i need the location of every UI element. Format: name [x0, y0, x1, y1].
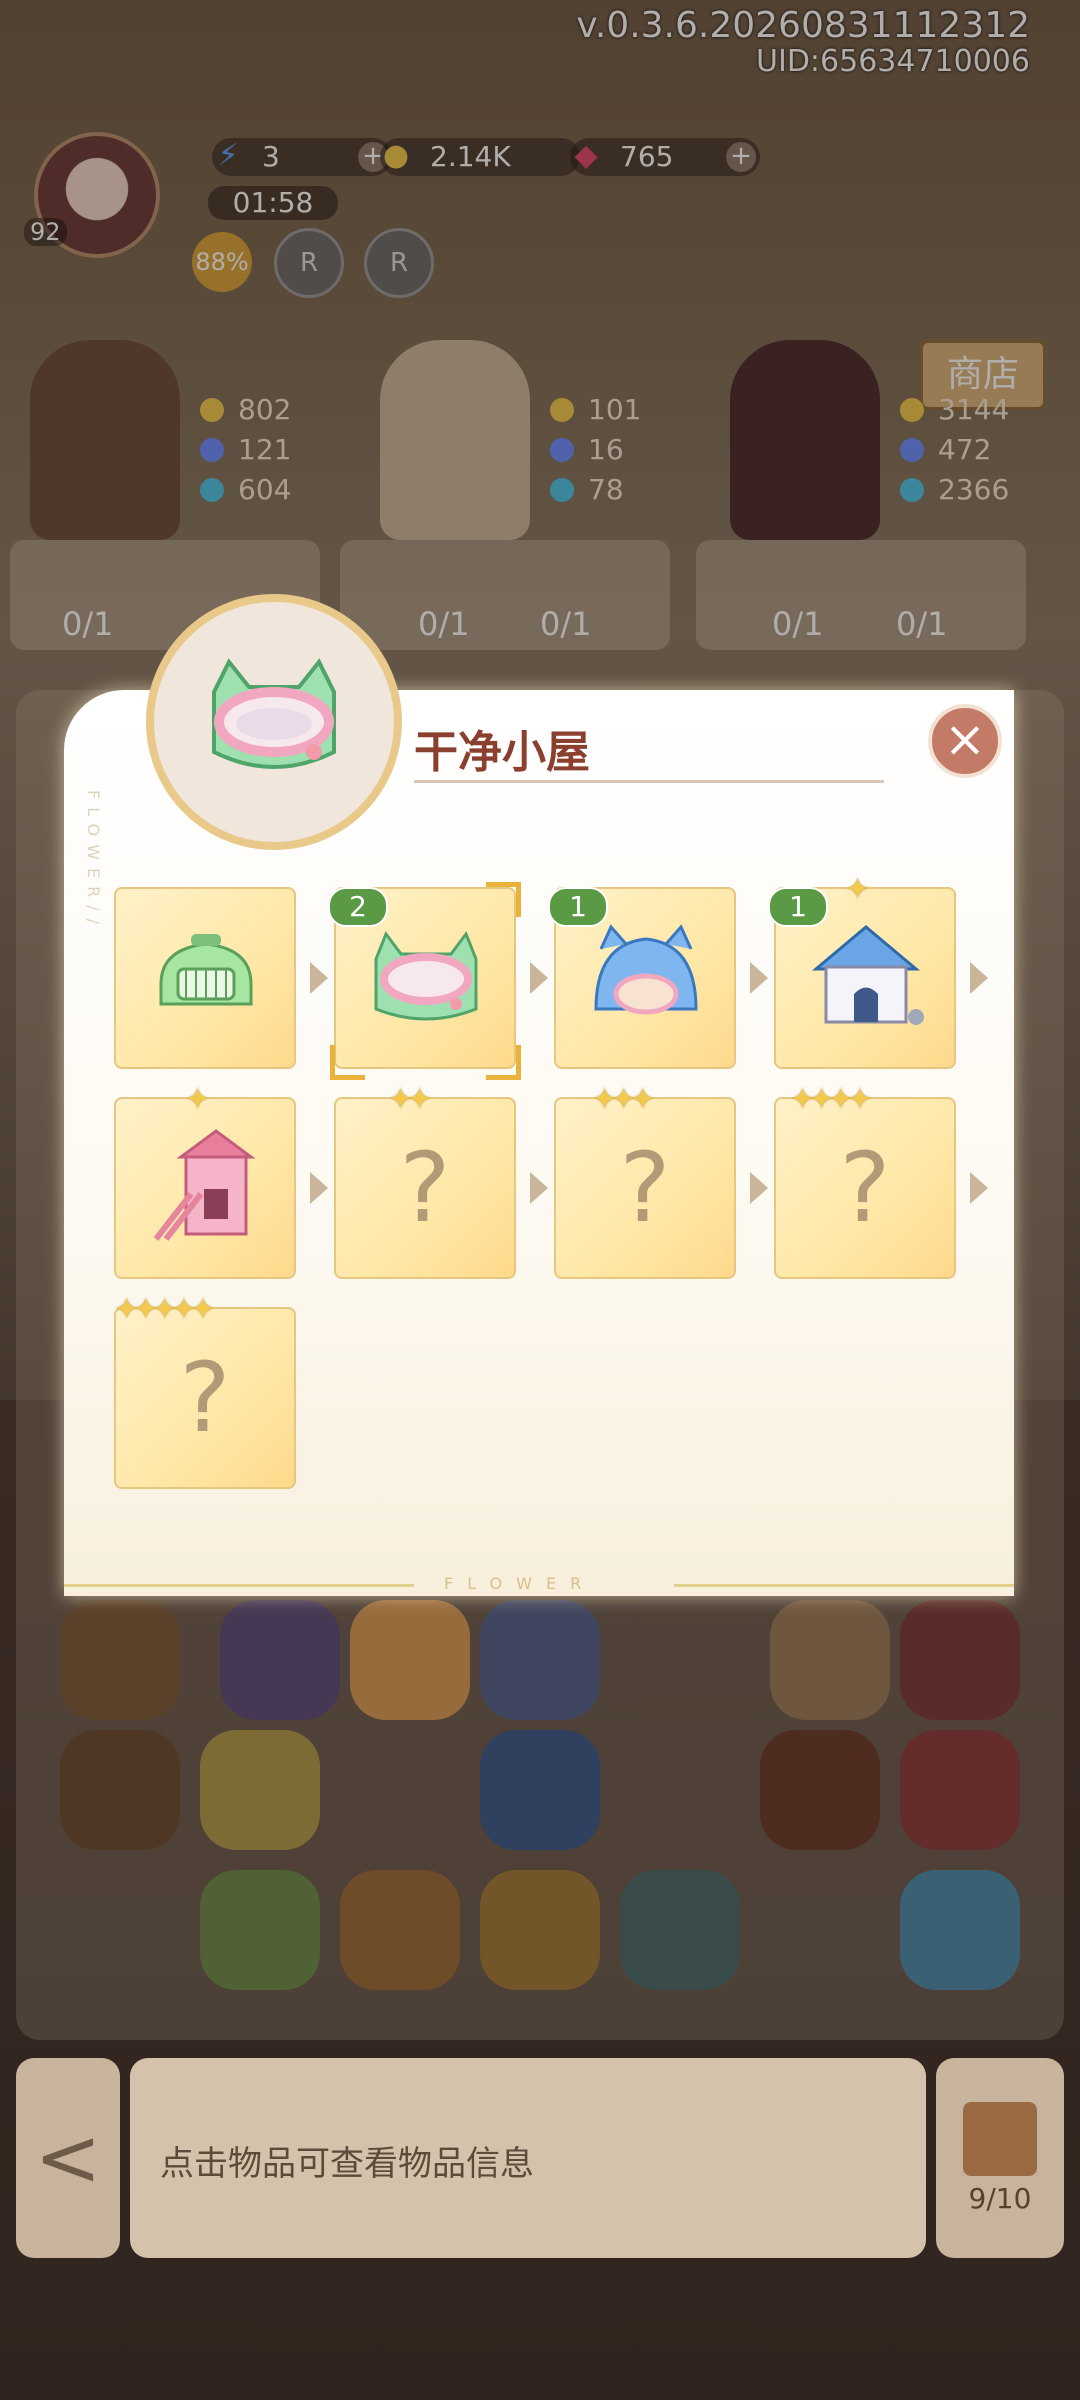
item-info-text: 点击物品可查看物品信息: [160, 2144, 534, 2184]
chain-arrow: [530, 1172, 548, 1204]
unknown-mark: ?: [179, 1342, 231, 1454]
chain-item-7-unknown[interactable]: ?: [554, 1097, 736, 1279]
footer-line: [64, 1584, 414, 1587]
star-rating-1: ✦: [845, 872, 870, 907]
pet-carrier-icon: [159, 934, 253, 1006]
footer-decoration-text: FLOWER: [444, 1574, 596, 1593]
footer-line: [674, 1584, 1014, 1587]
chain-item-9-unknown[interactable]: ?: [114, 1307, 296, 1489]
chain-arrow: [310, 1172, 328, 1204]
item-count-badge: 1: [548, 887, 608, 927]
bag-count: 9/10: [968, 2182, 1032, 2215]
unknown-mark: ?: [619, 1132, 671, 1244]
item-info-bar: 点击物品可查看物品信息: [130, 2058, 926, 2258]
chain-arrow: [750, 962, 768, 994]
chain-arrow: [970, 962, 988, 994]
title-underline: [414, 780, 884, 783]
chain-arrow: [530, 962, 548, 994]
chain-arrow: [750, 1172, 768, 1204]
close-button[interactable]: ×: [928, 704, 1002, 778]
star-rating-3: ✦✦✦: [592, 1082, 655, 1117]
pet-tower-icon: [153, 1129, 256, 1241]
unknown-mark: ?: [839, 1132, 891, 1244]
star-rating-1: ✦: [185, 1082, 210, 1117]
chain-item-6-unknown[interactable]: ?: [334, 1097, 516, 1279]
selection-corner: [486, 882, 521, 917]
item-count-badge: 2: [328, 887, 388, 927]
star-rating-4: ✦✦✦✦: [790, 1082, 873, 1117]
modal-footer: FLOWER: [64, 1574, 1014, 1596]
chain-item-1[interactable]: [114, 887, 296, 1069]
storage-bag-button[interactable]: 9/10: [936, 2058, 1064, 2258]
unknown-mark: ?: [399, 1132, 451, 1244]
item-count-badge: 1: [768, 887, 828, 927]
box-icon: [963, 2102, 1037, 2176]
pet-bed-icon: [212, 658, 336, 769]
back-button[interactable]: <: [16, 2058, 120, 2258]
chain-arrow: [310, 962, 328, 994]
modal-title: 干净小屋: [414, 727, 590, 778]
side-decoration-text: FLOWER//: [84, 790, 103, 932]
item-icon-circle: [146, 594, 402, 850]
selection-corner: [330, 1045, 365, 1080]
selection-corner: [486, 1045, 521, 1080]
star-rating-2: ✦✦: [388, 1082, 432, 1117]
chain-item-5[interactable]: [114, 1097, 296, 1279]
chain-arrow: [970, 1172, 988, 1204]
star-rating-5: ✦✦✦✦✦: [114, 1292, 216, 1327]
chain-item-8-unknown[interactable]: ?: [774, 1097, 956, 1279]
